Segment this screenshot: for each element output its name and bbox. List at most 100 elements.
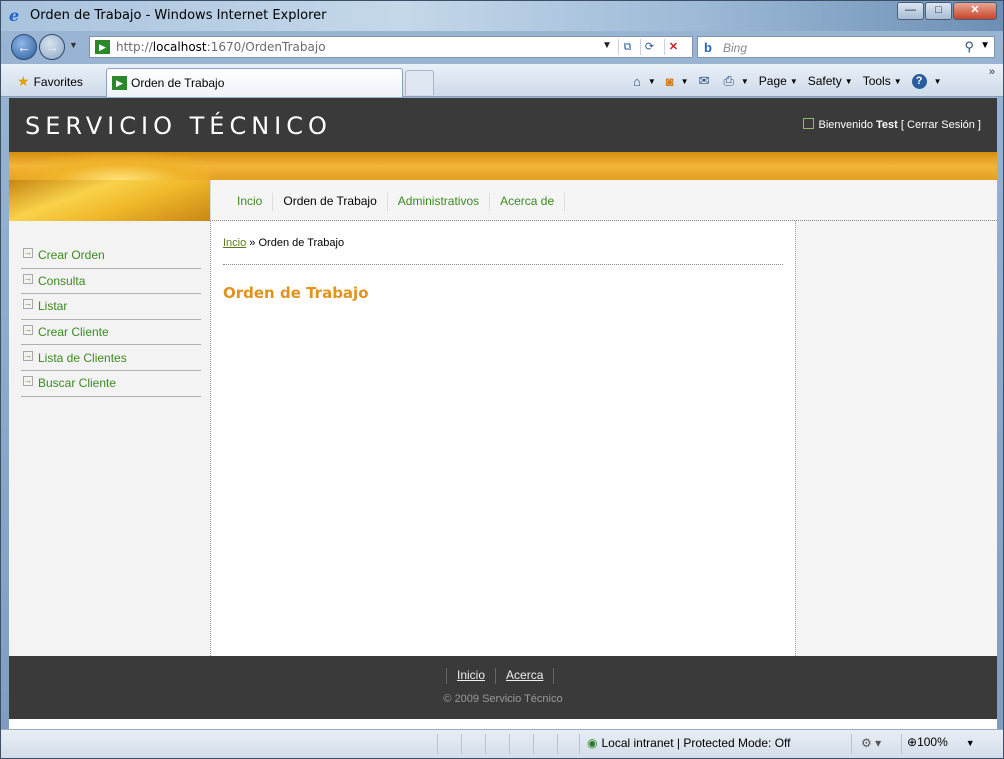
status-separator (557, 734, 558, 754)
status-separator (901, 734, 902, 754)
breadcrumb: Incio » Orden de Trabajo (223, 237, 344, 249)
search-icon[interactable]: ⚲ (964, 39, 974, 55)
rss-icon: ◙ (665, 73, 674, 89)
sidebar: → Crear Orden → Consulta → Listar → Crear Clien… (9, 221, 210, 656)
safety-menu-label: Safety (807, 74, 842, 88)
footer-link-acerca[interactable]: Acerca (495, 668, 555, 684)
url-text[interactable]: http://localhost:1670/OrdenTrabajo (116, 40, 326, 54)
sidebar-item-label: Buscar Cliente (38, 376, 117, 391)
security-zone[interactable]: ◉ Local intranet | Protected Mode: Off (587, 736, 790, 750)
zoom-control[interactable]: ⊕100% ▼ (907, 735, 975, 749)
chevron-down-icon: ▼ (965, 738, 975, 748)
tools-menu-label: Tools (862, 74, 891, 88)
history-dropdown-icon[interactable]: ▼ (69, 40, 78, 50)
arrow-icon: → (23, 248, 33, 259)
logout-link[interactable]: Cerrar Sesión (907, 119, 975, 131)
help-icon: ? (911, 73, 927, 89)
sidebar-item-consulta[interactable]: → Consulta (21, 269, 201, 295)
breadcrumb-current: Orden de Trabajo (258, 237, 345, 249)
sidebar-item-crear-orden[interactable]: → Crear Orden (21, 243, 201, 269)
menu-item-orden-de-trabajo[interactable]: Orden de Trabajo (273, 193, 388, 211)
right-column (796, 221, 997, 656)
page-title: Orden de Trabajo (223, 284, 369, 302)
arrow-icon: → (23, 376, 33, 387)
globe-icon: ◉ (587, 736, 598, 750)
chevron-down-icon: ▼ (647, 76, 656, 86)
mail-button[interactable]: ✉ (699, 73, 714, 89)
banner-corner (9, 180, 210, 221)
status-separator (509, 734, 510, 754)
feeds-button[interactable]: ◙ ▼ (666, 74, 689, 89)
menu-item-acerca-de[interactable]: Acerca de (490, 193, 566, 211)
breadcrumb-divider (223, 264, 783, 265)
bing-logo-icon: b (704, 40, 712, 55)
sidebar-item-label: Crear Orden (38, 248, 105, 263)
favorites-label: Favorites (33, 75, 83, 89)
chevron-down-icon: ▼ (844, 76, 853, 86)
zoom-icon: ⊕ (907, 735, 918, 749)
sidebar-item-lista-de-clientes[interactable]: → Lista de Clientes (21, 345, 201, 371)
maximize-button[interactable]: □ (925, 2, 952, 20)
forward-button[interactable]: → (39, 34, 65, 60)
chevron-down-icon: ▼ (789, 76, 798, 86)
address-row: ← → ▼ ▶ http://localhost:1670/OrdenTraba… (1, 31, 1003, 63)
chevron-down-icon: ▼ (740, 76, 749, 86)
security-zone-label: Local intranet | Protected Mode: Off (601, 736, 791, 750)
page-menu-label: Page (758, 74, 787, 88)
printer-icon: ⎙ (723, 73, 734, 88)
toolbar-overflow-icon[interactable]: » (989, 66, 995, 78)
browser-window: e Orden de Trabajo - Windows Internet Ex… (0, 0, 1004, 759)
arrow-icon: → (23, 325, 33, 336)
safety-menu[interactable]: Safety ▼ (808, 74, 853, 88)
footer-link-inicio[interactable]: Inicio (446, 668, 497, 684)
minimize-button[interactable]: — (897, 2, 924, 20)
sidebar-item-listar[interactable]: → Listar (21, 294, 201, 320)
sidebar-item-crear-cliente[interactable]: → Crear Cliente (21, 320, 201, 346)
sidebar-item-buscar-cliente[interactable]: → Buscar Cliente (21, 371, 201, 397)
footer-links: Inicio Acerca (446, 668, 555, 684)
tab-label: Orden de Trabajo (131, 76, 225, 90)
sidebar-item-label: Crear Cliente (38, 325, 109, 340)
user-name: Test (876, 119, 898, 131)
help-menu[interactable]: ? ▼ (911, 73, 942, 89)
chevron-down-icon: ▼ (680, 76, 689, 86)
stop-icon[interactable]: ✕ (664, 39, 682, 55)
refresh-icon[interactable]: ⟳ (640, 39, 658, 55)
close-button[interactable]: ✕ (953, 2, 997, 20)
print-button[interactable]: ⎙ ▼ (723, 73, 748, 89)
breadcrumb-home-link[interactable]: Incio (223, 237, 246, 249)
tab-orden-de-trabajo[interactable]: ▶ Orden de Trabajo (106, 68, 403, 97)
address-bar[interactable]: ▶ http://localhost:1670/OrdenTrabajo ▼ ⧉… (89, 36, 693, 58)
status-separator (851, 734, 852, 754)
manage-addons-icon[interactable]: ⚙ ▾ (861, 736, 881, 750)
favorites-button[interactable]: ★ Favorites (11, 70, 91, 92)
status-separator (579, 734, 580, 754)
tools-menu[interactable]: Tools ▼ (863, 74, 902, 88)
search-dropdown-icon[interactable]: ▼ (980, 40, 990, 51)
login-status-icon (802, 118, 814, 129)
site-footer: Inicio Acerca © 2009 Servicio Técnico (9, 656, 997, 719)
menu-item-administrativos[interactable]: Administrativos (388, 193, 491, 211)
home-button[interactable]: ⌂ ▼ (633, 74, 656, 89)
page-menu[interactable]: Page ▼ (759, 74, 798, 88)
new-tab-button[interactable] (405, 70, 434, 95)
arrow-icon: → (23, 350, 33, 361)
mail-icon: ✉ (698, 73, 710, 88)
status-separator (461, 734, 462, 754)
window-controls: — □ ✕ (896, 2, 997, 20)
breadcrumb-separator: » (246, 237, 259, 249)
compatibility-view-icon[interactable]: ⧉ (618, 39, 636, 55)
search-box[interactable]: b Bing ⚲ ▼ (697, 36, 995, 58)
sidebar-list: → Crear Orden → Consulta → Listar → Crear Clien… (21, 243, 201, 397)
main-content: Incio » Orden de Trabajo Orden de Trabaj… (210, 221, 796, 656)
home-icon: ⌂ (633, 73, 641, 89)
ie-logo-icon: e (9, 6, 20, 25)
status-separator (485, 734, 486, 754)
login-status: Bienvenido Test [ Cerrar Sesión ] (802, 118, 981, 131)
menu-item-incio[interactable]: Incio (227, 193, 274, 211)
address-dropdown-icon[interactable]: ▼ (602, 40, 612, 51)
chevron-down-icon: ▼ (933, 76, 942, 86)
main-menu-items: Incio Orden de Trabajo Administrativos Acer… (227, 193, 566, 211)
back-button[interactable]: ← (11, 34, 37, 60)
tab-row: ★ Favorites ▶ Orden de Trabajo ⌂ ▼ ◙ ▼ ✉ ⎙ ▼… (1, 64, 1003, 97)
